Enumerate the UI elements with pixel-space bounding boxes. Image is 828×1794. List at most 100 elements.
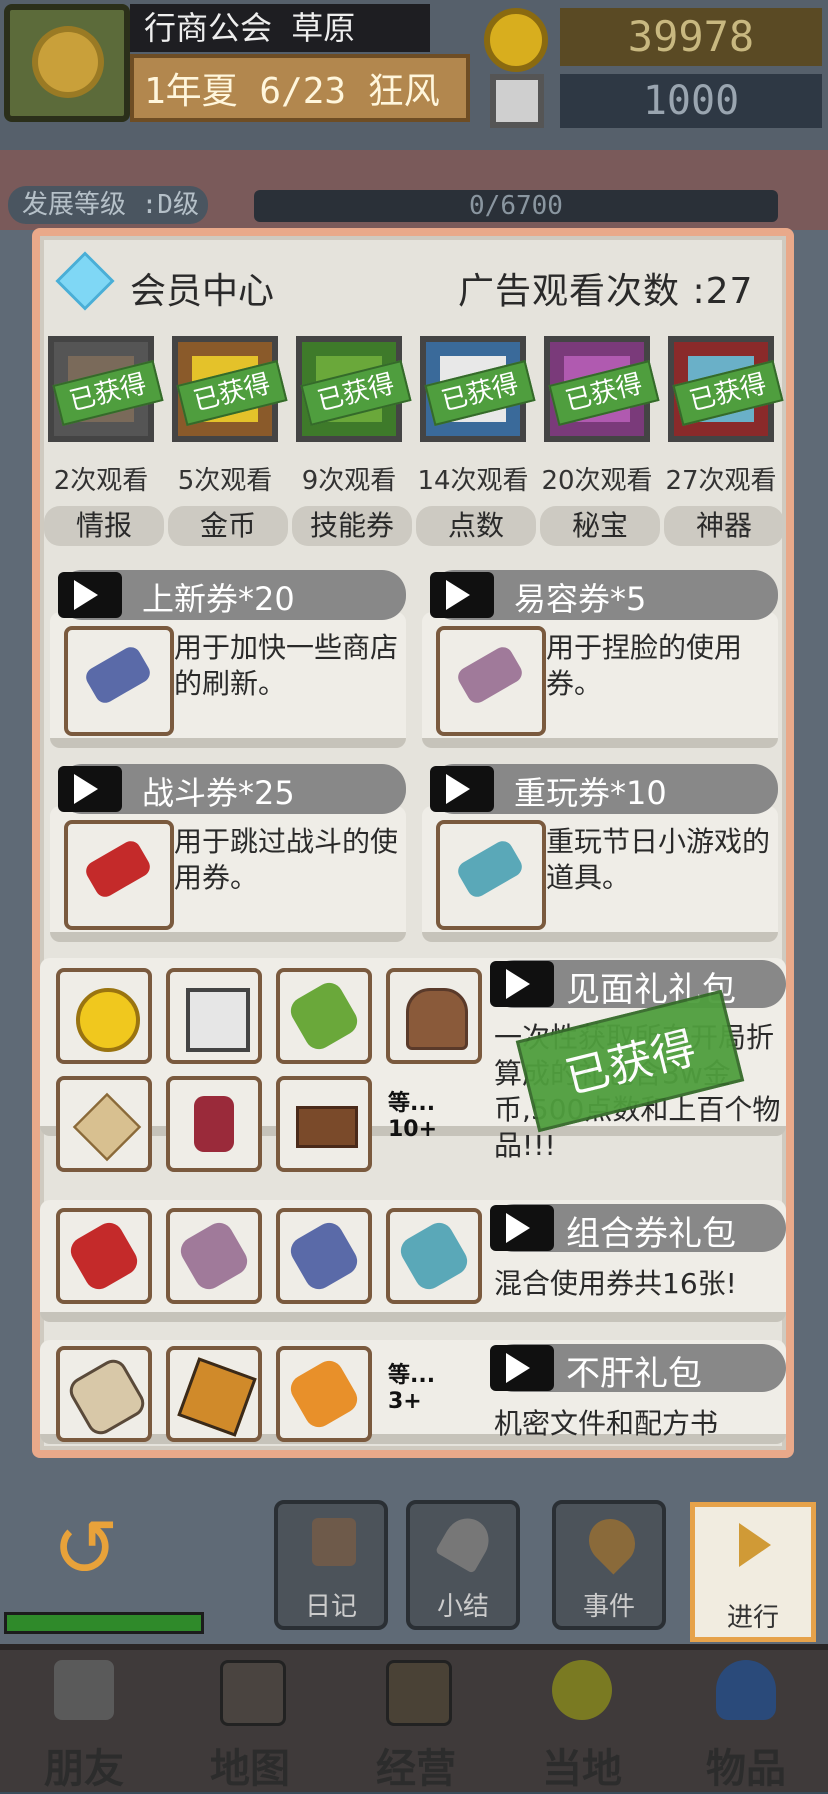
coupon-card-battle[interactable]: 战斗券*25 用于跳过战斗的使用券。 <box>50 764 406 942</box>
coupon-item-box <box>436 626 546 736</box>
reward-watch-count: 5次观看 <box>177 466 273 496</box>
action-label: 进行 <box>726 1603 779 1633</box>
summary-button[interactable]: 小结 <box>406 1500 520 1630</box>
gold-coin-icon <box>76 988 140 1052</box>
welcome-pack-header[interactable]: 见面礼礼包 <box>490 960 786 1010</box>
coupon-scroll-icon <box>82 643 154 707</box>
play-ad-icon <box>490 1205 554 1251</box>
coupon-card-face[interactable]: 易容券*5 用于捏脸的使用券。 <box>422 570 778 748</box>
nav-label: 地图 <box>210 1746 290 1792</box>
reward-watch-count: 27次观看 <box>665 466 777 496</box>
easy-pack-description: 机密文件和配方书 <box>494 1407 719 1440</box>
nav-label: 当地 <box>542 1746 622 1792</box>
coupon-title: 易容券*5 <box>514 580 647 618</box>
skill-scroll-icon <box>285 977 363 1055</box>
combo-pack-description: 混合使用券共16张! <box>494 1267 737 1300</box>
reward-type-tag: 金币 <box>168 506 288 546</box>
easy-pack-header[interactable]: 不肝礼包 <box>490 1344 786 1394</box>
coupon-title: 重玩券*10 <box>514 774 667 812</box>
coupon-title: 战斗券*25 <box>142 774 295 812</box>
more-items-label: 等... <box>388 1091 436 1116</box>
reward-milestone-5[interactable]: 已获得 <box>668 336 784 442</box>
reward-type-tag: 情报 <box>44 506 164 546</box>
back-arrow-icon[interactable] <box>46 1502 130 1595</box>
refresh-coupon-icon <box>285 1217 363 1295</box>
nav-label: 经营 <box>376 1746 456 1792</box>
reward-milestone-2[interactable]: 已获得 <box>296 336 412 442</box>
development-level: 发展等级 :D级 <box>8 186 208 224</box>
pack-item <box>386 968 482 1064</box>
fire-scroll-icon <box>285 1355 363 1433</box>
action-label: 日记 <box>304 1592 357 1622</box>
more-items-count: 3+ <box>388 1389 422 1414</box>
pack-item <box>56 1208 152 1304</box>
coupon-scroll-icon <box>82 837 154 901</box>
reward-watch-count: 9次观看 <box>301 466 397 496</box>
pack-item <box>166 1208 262 1304</box>
reward-type-tag: 点数 <box>416 506 536 546</box>
nav-business[interactable]: 经营 <box>334 1646 498 1792</box>
reward-milestone-0[interactable]: 已获得 <box>48 336 164 442</box>
coupon-scroll-icon <box>454 643 526 707</box>
nav-label: 物品 <box>706 1746 786 1792</box>
guild-emblem-icon[interactable] <box>4 4 130 122</box>
face-coupon-icon <box>175 1217 253 1295</box>
reward-watch-count: 20次观看 <box>541 466 653 496</box>
location-label: 行商公会 草原 <box>130 4 430 52</box>
health-bar <box>4 1612 204 1634</box>
quill-icon <box>434 1510 498 1574</box>
coupon-header[interactable]: 战斗券*25 <box>58 764 406 814</box>
proceed-button[interactable]: 进行 <box>690 1502 816 1642</box>
coin-stack-icon <box>386 1660 452 1726</box>
nav-items[interactable]: 物品 <box>664 1646 828 1792</box>
pack-item <box>56 968 152 1064</box>
coupon-description: 用于跳过战斗的使用券。 <box>174 825 399 894</box>
reward-milestone-1[interactable]: 已获得 <box>172 336 288 442</box>
reward-milestone-3[interactable]: 已获得 <box>420 336 536 442</box>
reward-milestone-4[interactable]: 已获得 <box>544 336 660 442</box>
flower-icon <box>38 32 98 92</box>
pack-item <box>166 1346 262 1442</box>
reward-type-tag: 神器 <box>664 506 784 546</box>
pack-item <box>166 968 262 1064</box>
coupon-card-refresh[interactable]: 上新券*20 用于加快一些商店的刷新。 <box>50 570 406 748</box>
coupon-header[interactable]: 易容券*5 <box>430 570 778 620</box>
play-ad-icon <box>58 766 122 812</box>
date-weather-label: 1年夏 6/23 狂风 <box>130 54 470 122</box>
coupon-item-box <box>64 820 174 930</box>
reward-watch-count: 14次观看 <box>417 466 529 496</box>
event-button[interactable]: 事件 <box>552 1500 666 1630</box>
compass-icon <box>72 1092 142 1162</box>
pack-item <box>56 1076 152 1172</box>
more-items-label: 等... <box>388 1363 436 1388</box>
pack-title: 不肝礼包 <box>566 1354 702 1394</box>
nav-local[interactable]: 当地 <box>500 1646 664 1792</box>
ad-watch-count: 广告观看次数 :27 <box>458 271 754 312</box>
diary-button[interactable]: 日记 <box>274 1500 388 1630</box>
coupon-title: 上新券*20 <box>142 580 295 618</box>
coupon-header[interactable]: 上新券*20 <box>58 570 406 620</box>
shield-icon <box>54 1660 114 1720</box>
coupon-description: 用于加快一些商店的刷新。 <box>174 631 399 700</box>
nav-map[interactable]: 地图 <box>168 1646 332 1792</box>
pack-item <box>386 1208 482 1304</box>
development-progress: 0/6700 <box>254 190 778 222</box>
play-ad-icon <box>490 1345 554 1391</box>
points-amount: 1000 <box>560 74 822 128</box>
nav-friends[interactable]: 朋友 <box>2 1646 166 1792</box>
pack-item <box>276 1346 372 1442</box>
coupon-scroll-icon <box>454 837 526 901</box>
combo-pack-header[interactable]: 组合券礼包 <box>490 1204 786 1254</box>
play-ad-icon <box>490 961 554 1007</box>
play-ad-icon <box>430 766 494 812</box>
secret-document-icon <box>64 1354 150 1440</box>
reward-type-tag: 技能券 <box>292 506 412 546</box>
pack-item <box>56 1346 152 1442</box>
coupon-header[interactable]: 重玩券*10 <box>430 764 778 814</box>
pack-title: 组合券礼包 <box>566 1214 736 1254</box>
coupon-card-replay[interactable]: 重玩券*10 重玩节日小游戏的道具。 <box>422 764 778 942</box>
pack-item <box>276 968 372 1064</box>
coupon-item-box <box>436 820 546 930</box>
potion-bottle-icon <box>194 1096 234 1152</box>
gold-amount: 39978 <box>560 8 822 66</box>
